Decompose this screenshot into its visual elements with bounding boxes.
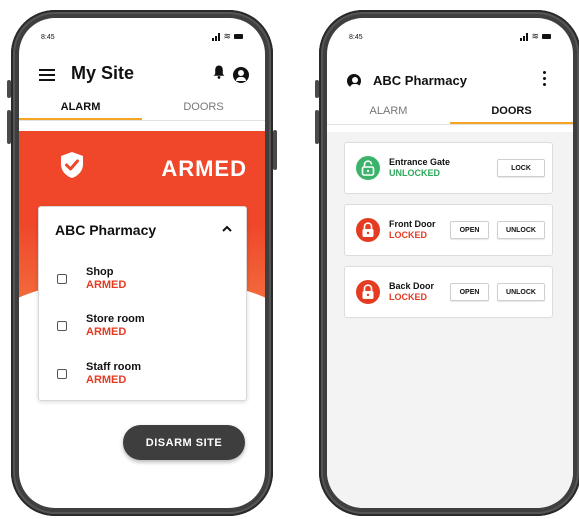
right-phone-frame: 8:45 ≋ ABC Pharmacy ALARM DOORS Entrance… — [315, 10, 579, 516]
zone-checkbox[interactable] — [57, 274, 67, 284]
unlocked-padlock-icon — [356, 156, 380, 180]
zone-checkbox[interactable] — [57, 369, 67, 379]
tab-alarm[interactable]: ALARM — [327, 101, 450, 124]
account-circle-icon[interactable] — [347, 74, 361, 88]
door-item-back-door: Back Door LOCKED OPEN UNLOCK — [344, 266, 553, 318]
door-state: LOCKED — [389, 230, 427, 240]
wifi-icon: ≋ — [223, 31, 231, 41]
zone-name: Store room — [86, 313, 145, 325]
door-state: UNLOCKED — [389, 168, 440, 178]
locked-padlock-icon — [356, 218, 380, 242]
wifi-icon: ≋ — [531, 31, 539, 41]
tab-doors[interactable]: DOORS — [450, 101, 573, 124]
side-button — [7, 80, 11, 98]
zone-state: ARMED — [86, 279, 127, 291]
status-time: 8:45 — [349, 34, 363, 41]
zone-state: ARMED — [86, 326, 127, 338]
battery-icon — [234, 34, 243, 39]
tab-bar: ALARM DOORS — [327, 101, 573, 125]
door-name: Front Door — [389, 219, 436, 229]
door-item-entrance-gate: Entrance Gate UNLOCKED LOCK — [344, 142, 553, 194]
door-list: Entrance Gate UNLOCKED LOCK Front Door L… — [327, 132, 573, 508]
locked-padlock-icon — [356, 280, 380, 304]
door-item-front-door: Front Door LOCKED OPEN UNLOCK — [344, 204, 553, 256]
door-name: Back Door — [389, 281, 435, 291]
bell-icon[interactable] — [213, 65, 225, 82]
more-vertical-icon[interactable] — [543, 71, 547, 87]
app-header: My Site — [19, 63, 265, 97]
signal-icon — [520, 32, 529, 41]
zone-state: ARMED — [86, 374, 127, 386]
left-phone-frame: 8:45 ≋ My Site ALARM DOORS ARMED ABC Pha… — [7, 10, 277, 516]
chevron-up-icon[interactable] — [222, 223, 232, 235]
volume-button — [7, 110, 11, 144]
page-title: ABC Pharmacy — [373, 73, 467, 88]
shield-check-icon — [61, 152, 83, 178]
battery-icon — [542, 34, 551, 39]
page-title: My Site — [71, 63, 135, 83]
tab-doors[interactable]: DOORS — [142, 97, 265, 120]
door-name: Entrance Gate — [389, 157, 451, 167]
app-header: ABC Pharmacy — [327, 71, 573, 97]
disarm-site-button[interactable]: DISARM SITE — [123, 425, 245, 460]
unlock-button[interactable]: UNLOCK — [497, 283, 545, 301]
side-button — [315, 80, 319, 98]
door-state: LOCKED — [389, 292, 427, 302]
site-card-title: ABC Pharmacy — [55, 222, 157, 238]
power-button — [273, 130, 277, 170]
volume-button — [315, 110, 319, 144]
right-screen: 8:45 ≋ ABC Pharmacy ALARM DOORS Entrance… — [327, 18, 573, 508]
status-time: 8:45 — [41, 34, 55, 41]
unlock-button[interactable]: UNLOCK — [497, 221, 545, 239]
open-button[interactable]: OPEN — [450, 283, 489, 301]
account-circle-icon[interactable] — [233, 67, 249, 83]
left-screen: 8:45 ≋ My Site ALARM DOORS ARMED ABC Pha… — [19, 18, 265, 508]
status-bar: 8:45 ≋ — [19, 32, 265, 46]
hamburger-menu-icon[interactable] — [39, 69, 55, 81]
zone-name: Staff room — [86, 361, 141, 373]
zone-checkbox[interactable] — [57, 321, 67, 331]
armed-status-label: ARMED — [161, 156, 247, 181]
zone-name: Shop — [86, 266, 114, 278]
tab-alarm[interactable]: ALARM — [19, 97, 142, 120]
open-button[interactable]: OPEN — [450, 221, 489, 239]
signal-icon — [212, 32, 221, 41]
site-card: ABC Pharmacy Shop ARMED Store room ARMED… — [38, 206, 247, 401]
status-bar: 8:45 ≋ — [327, 32, 573, 46]
tab-bar: ALARM DOORS — [19, 97, 265, 121]
lock-button[interactable]: LOCK — [497, 159, 545, 177]
